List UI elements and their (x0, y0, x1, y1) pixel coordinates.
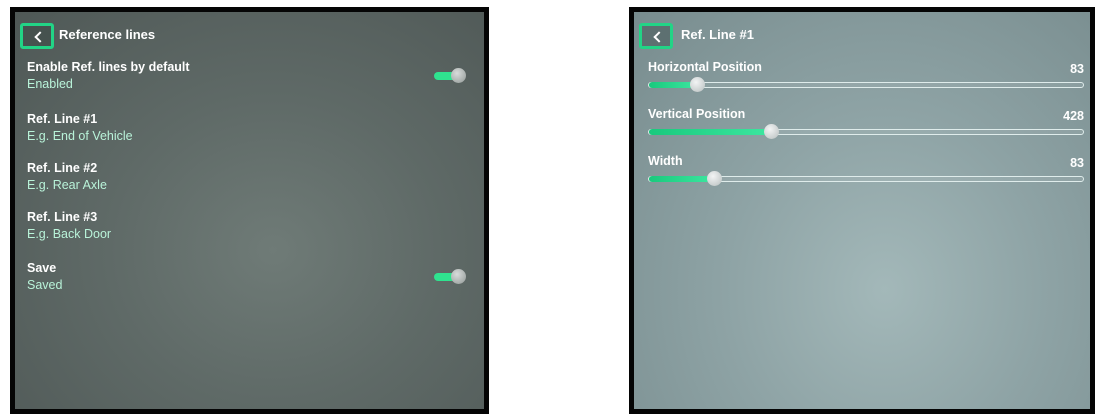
setting-title: Ref. Line #2 (27, 161, 98, 175)
slider-thumb[interactable] (763, 124, 779, 139)
horizontal-position-slider[interactable] (648, 77, 1084, 92)
setting-subtitle: Enabled (27, 77, 73, 91)
enable-ref-lines-toggle[interactable] (434, 68, 466, 84)
setting-save[interactable]: Save Saved (27, 261, 474, 301)
chevron-left-icon (34, 31, 46, 43)
ref-line-1-header: Ref. Line #1 (634, 21, 1090, 53)
chevron-left-icon (653, 31, 665, 43)
save-toggle[interactable] (434, 269, 466, 285)
setting-title: Enable Ref. lines by default (27, 60, 190, 74)
setting-subtitle: E.g. Rear Axle (27, 178, 107, 192)
slider-fill (649, 129, 771, 135)
slider-label: Vertical Position (648, 107, 746, 121)
setting-ref-line-1[interactable]: Ref. Line #1 E.g. End of Vehicle (27, 112, 474, 152)
setting-ref-line-3[interactable]: Ref. Line #3 E.g. Back Door (27, 210, 474, 250)
toggle-knob (451, 68, 466, 83)
vertical-position-slider-row: Vertical Position 428 (648, 107, 1084, 147)
page-title: Ref. Line #1 (681, 27, 754, 42)
setting-title: Ref. Line #3 (27, 210, 98, 224)
slider-thumb[interactable] (689, 77, 705, 92)
slider-value: 83 (1070, 62, 1084, 76)
back-button[interactable] (639, 23, 673, 49)
reference-lines-header: Reference lines (15, 21, 484, 53)
slider-value: 83 (1070, 156, 1084, 170)
slider-value: 428 (1063, 109, 1084, 123)
setting-subtitle: E.g. End of Vehicle (27, 129, 133, 143)
ref-line-1-screen: Ref. Line #1 Horizontal Position 83 Vert… (629, 7, 1095, 414)
stage: Reference lines Enable Ref. lines by def… (0, 0, 1101, 420)
back-button[interactable] (20, 23, 54, 49)
width-slider-row: Width 83 (648, 154, 1084, 194)
vertical-position-slider[interactable] (648, 124, 1084, 139)
setting-subtitle: Saved (27, 278, 63, 292)
setting-enable-ref-lines[interactable]: Enable Ref. lines by default Enabled (27, 60, 474, 100)
slider-thumb[interactable] (707, 171, 723, 186)
page-title: Reference lines (59, 27, 156, 42)
toggle-knob (451, 269, 466, 284)
width-slider[interactable] (648, 171, 1084, 186)
setting-subtitle: E.g. Back Door (27, 227, 112, 241)
slider-fill (649, 176, 715, 182)
setting-ref-line-2[interactable]: Ref. Line #2 E.g. Rear Axle (27, 161, 474, 201)
reference-lines-screen: Reference lines Enable Ref. lines by def… (10, 7, 489, 414)
slider-label: Horizontal Position (648, 60, 762, 74)
setting-title: Ref. Line #1 (27, 112, 98, 126)
setting-title: Save (27, 261, 57, 275)
slider-label: Width (648, 154, 683, 168)
horizontal-position-slider-row: Horizontal Position 83 (648, 60, 1084, 100)
